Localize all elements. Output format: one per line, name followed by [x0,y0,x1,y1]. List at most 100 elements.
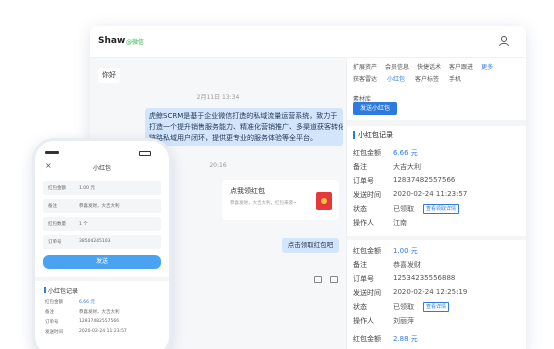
tab-red-packet[interactable]: 小红包 [387,74,405,83]
field-label: 状态 [353,205,367,213]
field-label: 操作人 [353,317,374,325]
record-row: 发送时间 2020-02-24 11:23:57 [45,329,165,339]
form-value: 1.00 元 [79,186,95,191]
details-link[interactable]: 查看领取详情 [423,204,460,214]
field-value: 12534235556888 [393,274,456,282]
field-label: 订单号 [45,320,59,325]
record-row: 备注 恭喜发财 [353,260,523,274]
record-card: 红包金额 6.66 元 备注 大吉大利 订单号 12837482557566 发… [353,148,523,232]
tab-item[interactable]: 获客雷达 [353,74,377,83]
field-label: 红包金额 [353,247,381,255]
field-value: 1.00 元 [393,247,418,255]
form-label: 订单号 [48,240,62,245]
tab-item[interactable]: 手机 [449,74,461,83]
field-value: 2.88 元 [393,335,418,343]
user-icon[interactable] [498,35,510,47]
reply-bubble: 点击领取红包吧 [282,238,339,253]
field-label: 红包金额 [353,335,381,343]
field-label: 订单号 [353,275,374,283]
tab-row-2: 获客雷达 小红包 客户标签 手机 [353,74,521,83]
record-row: 红包金额 1.00 元 [353,246,523,260]
record-row: 红包金额 2.88 元 [353,334,523,348]
field-label: 备注 [353,163,367,171]
field-value: 12837482557566 [393,176,456,184]
tab-item[interactable]: 客户标签 [415,74,439,83]
field-value: 恭喜发财，大吉大利 [79,310,120,315]
field-value: 2020-02-24 11:23:57 [393,190,468,198]
record-card: 红包金额 2.88 元 [353,334,523,348]
message-line: 虎鲸SCRM是基于企业微信打造的私域流量运营系统，致力于 [149,112,338,120]
field-value: 恭喜发财 [393,261,421,269]
tab-item[interactable]: 快捷话术 [417,62,441,71]
field-label: 备注 [353,261,367,269]
sidebar: 扩展资产 会员信息 快捷话术 客户跟进 更多 获客雷达 小红包 客户标签 手机 … [346,58,526,349]
form-label: 备注 [48,204,57,209]
record-row: 备注 恭喜发财，大吉大利 [45,309,165,319]
tab-more[interactable]: 更多 [481,62,493,71]
record-row: 订单号 12837482557566 [353,176,523,190]
record-row: 发送时间 2020-02-24 12:25:19 [353,288,523,302]
record-row: 操作人 刘丽萍 [353,316,523,330]
field-value: 已领取 [393,205,414,213]
tab-item[interactable]: 会员信息 [385,62,409,71]
form-row[interactable]: 备注 恭喜发财，大吉大利 [43,199,161,213]
form-row[interactable]: 红包金额 1.00 元 [43,181,161,195]
field-label: 发送时间 [353,191,381,199]
contact-status: @微信 [126,39,145,46]
message-line: 链路私域用户闭环，提供更专业的服务体验等全平台。 [149,134,317,142]
tab-row-1: 扩展资产 会员信息 快捷话术 客户跟进 更多 [353,62,521,71]
field-value: 12837482557566 [79,319,120,324]
send-red-packet-button[interactable]: 发送小红包 [353,102,397,115]
form-label: 红包金额 [48,186,66,191]
section-marker [44,287,46,293]
red-packet-icon [316,192,332,210]
tab-item[interactable]: 客户跟进 [449,62,473,71]
red-packet-card[interactable]: 点我领红包 恭喜发财，大吉大利，红包来袭~ [222,180,339,220]
field-value: 已领取 [393,303,414,311]
red-packet-desc: 恭喜发财，大吉大利，红包来袭~ [230,201,297,206]
form-row[interactable]: 红包数量 1 个 [43,217,161,231]
record-row: 备注 大吉大利 [353,162,523,176]
field-value: 江南 [393,219,407,227]
record-row: 操作人 江南 [353,218,523,232]
field-label: 红包金额 [353,149,381,157]
field-value: 2020-02-24 11:23:57 [79,329,127,334]
record-row: 订单号 12837482557566 [45,319,165,329]
phone-title: 小红包 [92,165,111,172]
phone-send-button[interactable]: 发送 [43,255,161,269]
field-value: 6.66 元 [79,300,95,305]
chat-header: Shaw @微信 [90,26,526,58]
contact-name: Shaw [98,36,126,46]
divider [347,120,526,126]
record-row: 订单号 12534235556888 [353,274,523,288]
signal-icon [45,151,59,154]
form-value: 1 个 [79,222,88,227]
record-row: 红包金额 6.66 元 [353,148,523,162]
form-value: 38504245103 [79,239,111,244]
details-link[interactable]: 查看详情 [423,302,450,312]
section-title: 小红包记录 [358,131,393,139]
field-label: 操作人 [353,219,374,227]
field-value: 刘丽萍 [393,317,414,325]
field-label: 备注 [45,310,54,315]
record-row: 红包金额 6.66 元 [45,299,165,309]
timestamp: 2月11日 13:34 [196,94,240,101]
battery-icon [139,151,151,156]
field-label: 红包金额 [45,300,63,305]
divider [347,236,526,240]
message-bubble: 虎鲸SCRM是基于企业微信打造的私域流量运营系统，致力于 打造一个提升销售服务能… [145,108,343,146]
form-row[interactable]: 订单号 38504245103 [43,235,161,249]
section-marker [353,131,355,139]
field-label: 订单号 [353,177,374,185]
field-label: 状态 [353,303,367,311]
record-row: 发送时间 2020-02-24 11:23:57 [353,190,523,204]
field-label: 发送时间 [45,330,63,335]
tab-item[interactable]: 扩展资产 [353,62,377,71]
file-icon[interactable] [330,276,338,283]
record-row: 状态 已领取 查看详情 [353,302,523,316]
form-value: 恭喜发财，大吉大利 [79,204,120,209]
red-packet-title: 点我领红包 [230,187,265,195]
screenshot-icon[interactable] [314,276,322,283]
form-label: 红包数量 [48,222,66,227]
field-value: 大吉大利 [393,163,421,171]
